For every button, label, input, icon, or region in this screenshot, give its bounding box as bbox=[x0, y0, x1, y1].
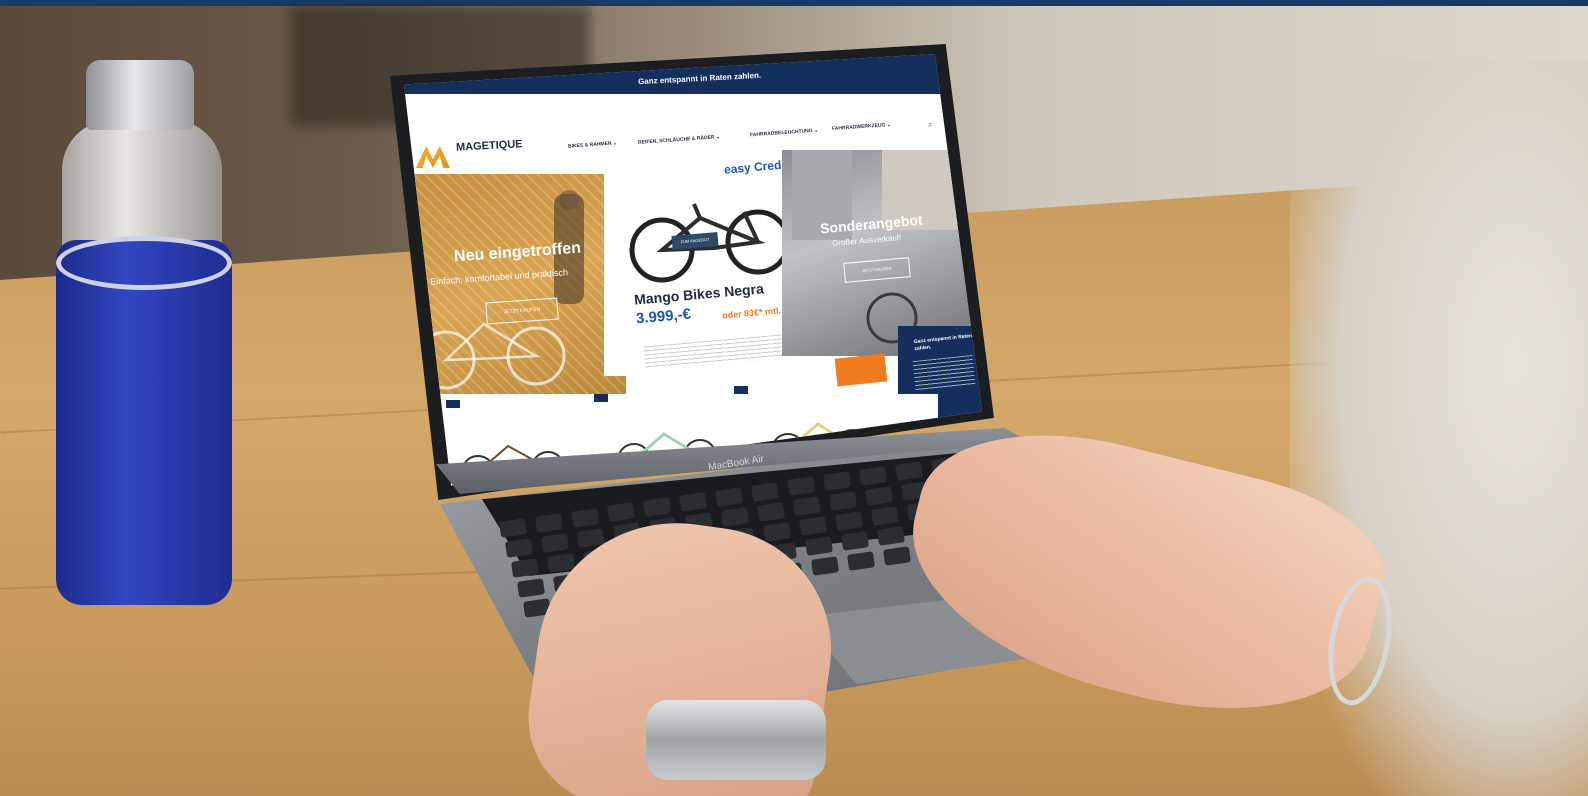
keyboard-key bbox=[751, 481, 779, 502]
keyboard-key bbox=[757, 501, 785, 522]
bike-illustration bbox=[629, 203, 791, 283]
keyboard-key bbox=[535, 513, 563, 533]
orange-info-tag[interactable] bbox=[834, 353, 888, 387]
bottle-rim bbox=[56, 236, 232, 290]
nav-item-werkzeug[interactable]: FAHRRADWERKZEUG ⌄ bbox=[832, 122, 891, 132]
keyboard-key bbox=[571, 507, 599, 528]
nav-item-bikes[interactable]: BIKES & RAHMEN ⌄ bbox=[568, 140, 618, 149]
product-price: 3.999,-€ bbox=[635, 305, 692, 328]
bottle-sleeve bbox=[56, 240, 232, 605]
wristwatch bbox=[646, 700, 826, 780]
popup-body bbox=[912, 354, 976, 392]
installment-rate: oder 83€* mtl. bbox=[721, 305, 782, 321]
keyboard-key bbox=[763, 521, 791, 542]
banner-featured-bike[interactable]: easy Credit ZUM ANGEBOT Mango Bikes Negr… bbox=[604, 156, 812, 376]
keyboard-key bbox=[541, 533, 569, 553]
keyboard-key bbox=[721, 507, 749, 527]
new-badge bbox=[734, 386, 748, 394]
photo-scene: Ganz entspannt in Raten zahlen. MAGETIQU… bbox=[0, 0, 1588, 796]
search-icon[interactable]: ⌕ bbox=[928, 120, 932, 130]
keyboard-key bbox=[895, 461, 923, 481]
brand-logo-icon bbox=[416, 146, 450, 168]
brand-logo-text[interactable]: MAGETIQUE bbox=[456, 138, 523, 153]
fine-print bbox=[643, 333, 795, 371]
nav-item-reifen[interactable]: REIFEN, SCHLÄUCHE & RÄDER ⌄ bbox=[638, 134, 720, 146]
bottle-cap bbox=[86, 60, 194, 130]
keyboard-key bbox=[715, 487, 743, 507]
nav-item-beleuchtung[interactable]: FAHRRADBELEUCHTUNG ⌄ bbox=[750, 128, 819, 139]
